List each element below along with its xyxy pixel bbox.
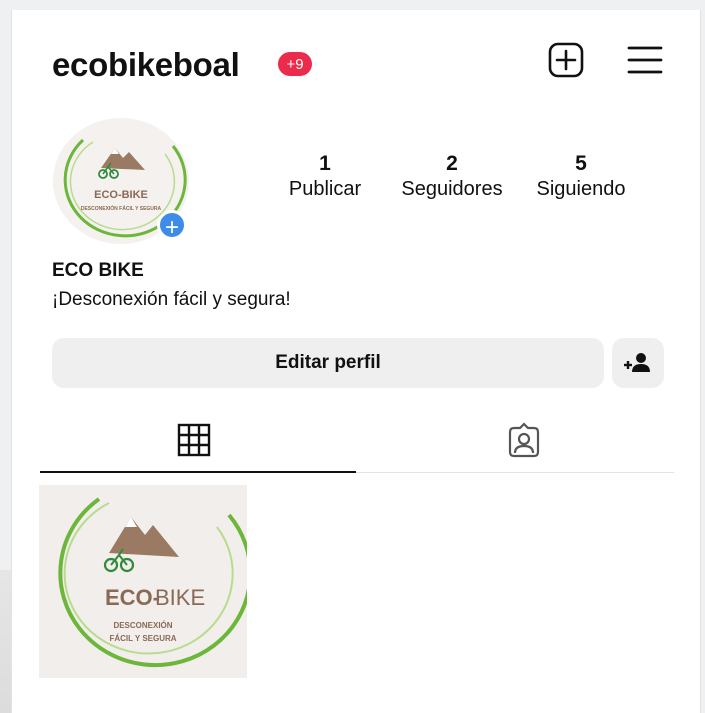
eco-bike-post-image: ECO- BIKE DESCONEXIÓN FÁCIL Y SEGURA: [39, 485, 247, 678]
display-name: ECO BIKE: [52, 260, 144, 281]
username[interactable]: ecobikeboal: [52, 46, 240, 84]
post-logo-tagline-1: DESCONEXIÓN: [113, 621, 172, 630]
add-story-icon[interactable]: +: [157, 210, 187, 241]
new-post-button[interactable]: [548, 42, 584, 78]
post-logo-brand-2: BIKE: [155, 585, 205, 610]
stat-posts[interactable]: 1 Publicar: [280, 152, 370, 202]
notification-badge[interactable]: +9: [278, 52, 312, 76]
discover-people-button[interactable]: [612, 338, 664, 388]
avatar-logo-brand: ECO-BIKE: [94, 189, 148, 201]
stat-followers-value: 2: [446, 152, 458, 175]
tab-active-indicator: [40, 471, 356, 473]
post-thumbnail[interactable]: ECO- BIKE DESCONEXIÓN FÁCIL Y SEGURA: [39, 485, 247, 678]
avatar-logo-tagline: DESCONEXIÓN FÁCIL Y SEGURA: [81, 204, 162, 212]
stat-following[interactable]: 5 Siguiendo: [526, 152, 636, 202]
grid-icon: [177, 423, 211, 457]
stat-following-label: Siguiendo: [536, 178, 626, 200]
edit-profile-button[interactable]: Editar perfil: [52, 338, 604, 388]
tab-tagged[interactable]: [504, 420, 544, 460]
profile-screen: ecobikeboal +9 ECO-BIKE DESCONEXIÓN FÁCI…: [11, 10, 701, 713]
stat-followers-label: Seguidores: [401, 178, 503, 200]
plus-square-icon: [548, 42, 584, 78]
post-logo-brand-1: ECO-: [105, 585, 160, 610]
stat-posts-value: 1: [319, 152, 331, 175]
menu-button[interactable]: [627, 44, 663, 76]
stat-following-value: 5: [575, 152, 587, 175]
add-person-icon: [624, 353, 650, 372]
background-strip: [0, 570, 11, 713]
tab-posts-grid[interactable]: [174, 420, 214, 460]
tagged-person-icon: [508, 422, 540, 458]
bio: ¡Desconexión fácil y segura!: [52, 289, 291, 310]
stat-posts-label: Publicar: [288, 178, 362, 200]
post-logo-tagline-2: FÁCIL Y SEGURA: [109, 634, 176, 643]
hamburger-menu-icon: [627, 46, 663, 74]
stat-followers[interactable]: 2 Seguidores: [393, 152, 511, 202]
